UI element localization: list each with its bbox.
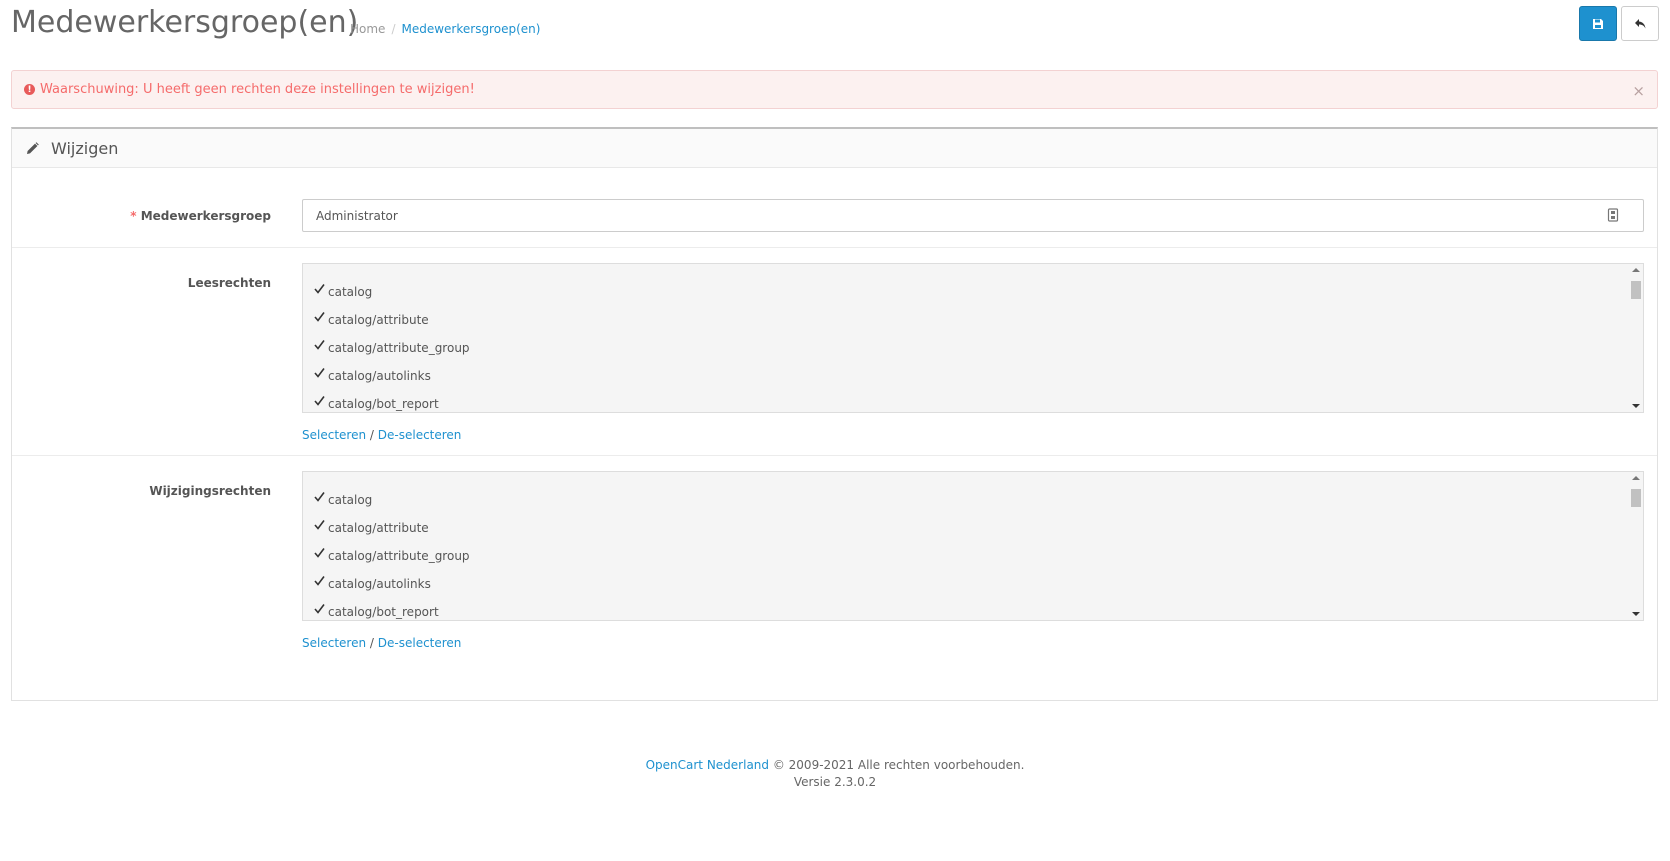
list-item[interactable]: catalog/attribute [313,306,1643,334]
list-item[interactable]: catalog/attribute_group [313,334,1643,362]
read-access-label: Leesrechten [187,276,271,290]
warning-alert: ! Waarschuwing: U heeft geen rechten dez… [11,70,1658,109]
deselect-all-link[interactable]: De-selecteren [378,428,462,442]
list-item[interactable]: catalog [313,278,1643,306]
footer: OpenCart Nederland © 2009-2021 Alle rech… [0,757,1670,791]
breadcrumb-current[interactable]: Medewerkersgroep(en) [401,22,540,36]
list-item[interactable]: catalog [313,486,1643,514]
group-name-input[interactable]: Administrator [302,199,1644,232]
footer-brand-link[interactable]: OpenCart Nederland [646,758,769,772]
checkbox[interactable] [313,367,326,380]
group-label: * Medewerkersgroep [130,209,271,223]
checkbox[interactable] [313,395,326,408]
scroll-up-icon[interactable] [1632,267,1640,273]
scroll-up-icon[interactable] [1632,475,1640,481]
alert-close-button[interactable]: × [1632,82,1645,100]
breadcrumb-home[interactable]: Home [350,22,385,36]
scroll-thumb[interactable] [1631,489,1641,507]
checkbox[interactable] [313,283,326,296]
checkbox[interactable] [313,519,326,532]
form-row-modify-access: Wijzigingsrechten catalog catalog/attrib… [12,456,1657,686]
modify-access-label: Wijzigingsrechten [149,484,271,498]
edit-panel: Wijzigen * Medewerkersgroep Administrato… [11,127,1658,701]
footer-copyright: © 2009-2021 Alle rechten voorbehouden. [769,758,1025,772]
list-item[interactable]: catalog/bot_report [313,598,1643,620]
checkbox[interactable] [313,311,326,324]
save-button[interactable] [1579,6,1617,41]
scrollbar[interactable] [1629,264,1643,412]
select-all-link[interactable]: Selecteren [302,636,366,650]
checkbox[interactable] [313,547,326,560]
pencil-icon [27,141,39,154]
back-button[interactable] [1621,6,1659,41]
checkbox[interactable] [313,603,326,616]
modify-access-select-links: Selecteren / De-selecteren [302,636,462,650]
panel-title: Wijzigen [51,138,119,158]
checkbox[interactable] [313,339,326,352]
scrollbar[interactable] [1629,472,1643,620]
floppy-disk-icon [1593,18,1603,29]
read-access-select-links: Selecteren / De-selecteren [302,428,462,442]
list-item[interactable]: catalog/bot_report [313,390,1643,412]
list-item[interactable]: catalog/autolinks [313,362,1643,390]
breadcrumb-separator: / [391,22,396,36]
form-row-read-access: Leesrechten catalog catalog/attribute ca… [12,248,1657,456]
group-name-value: Administrator [316,208,398,223]
reply-arrow-icon [1634,18,1645,28]
list-item[interactable]: catalog/autolinks [313,570,1643,598]
breadcrumb: Home / Medewerkersgroep(en) [350,22,540,36]
alert-text: Waarschuwing: U heeft geen rechten deze … [40,82,475,97]
list-item[interactable]: catalog/attribute [313,514,1643,542]
exclamation-circle-icon: ! [24,84,35,95]
required-mark: * [130,209,137,223]
checkbox[interactable] [313,575,326,588]
modify-access-list[interactable]: catalog catalog/attribute catalog/attrib… [302,471,1644,621]
form-row-group: * Medewerkersgroep Administrator [12,168,1657,248]
header-actions [1579,6,1659,41]
footer-version: Versie 2.3.0.2 [793,775,877,789]
page-title: Medewerkersgroep(en) [11,5,359,40]
select-all-link[interactable]: Selecteren [302,428,366,442]
autofill-icon [1607,208,1619,222]
scroll-down-icon[interactable] [1632,403,1640,409]
panel-heading: Wijzigen [12,129,1657,168]
read-access-list[interactable]: catalog catalog/attribute catalog/attrib… [302,263,1644,413]
scroll-thumb[interactable] [1631,281,1641,299]
page-header: Medewerkersgroep(en) Home / Medewerkersgro… [0,0,1670,60]
deselect-all-link[interactable]: De-selecteren [378,636,462,650]
list-item[interactable]: catalog/attribute_group [313,542,1643,570]
scroll-down-icon[interactable] [1632,611,1640,617]
checkbox[interactable] [313,491,326,504]
